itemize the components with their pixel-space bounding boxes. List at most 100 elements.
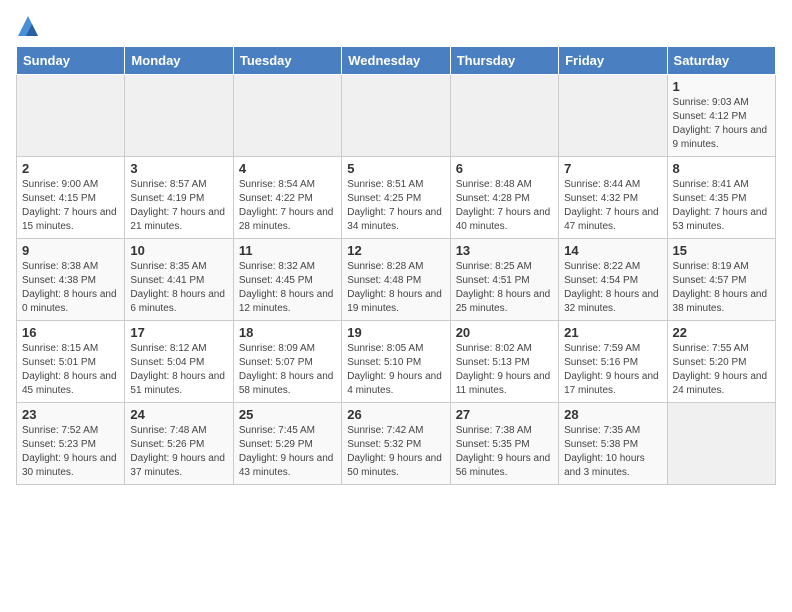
day-info: Sunrise: 8:57 AM Sunset: 4:19 PM Dayligh… <box>130 178 227 234</box>
day-info: Sunrise: 8:05 AM Sunset: 5:10 PM Dayligh… <box>347 342 444 398</box>
weekday-header-friday: Friday <box>559 47 667 75</box>
calendar-cell: 18Sunrise: 8:09 AM Sunset: 5:07 PM Dayli… <box>233 321 341 403</box>
day-number: 5 <box>347 161 444 176</box>
weekday-header-row: SundayMondayTuesdayWednesdayThursdayFrid… <box>17 47 776 75</box>
calendar-cell: 8 Sunrise: 8:41 AM Sunset: 4:35 PM Daylig… <box>667 157 775 239</box>
day-info: Sunrise: 8:32 AM Sunset: 4:45 PM Dayligh… <box>239 260 336 316</box>
calendar-cell: 22 Sunrise: 7:55 AM Sunset: 5:20 PM Dayli… <box>667 321 775 403</box>
calendar-cell: 3 Sunrise: 8:57 AM Sunset: 4:19 PM Daylig… <box>125 157 233 239</box>
calendar-cell <box>559 75 667 157</box>
calendar-cell: 24 Sunrise: 7:48 AM Sunset: 5:26 PM Dayli… <box>125 403 233 485</box>
day-number: 6 <box>456 161 553 176</box>
calendar-week-row: 2 Sunrise: 9:00 AM Sunset: 4:15 PM Daylig… <box>17 157 776 239</box>
day-number: 28 <box>564 407 661 422</box>
day-info: Sunrise: 8:35 AM Sunset: 4:41 PM Dayligh… <box>130 260 227 316</box>
day-number: 7 <box>564 161 661 176</box>
day-info: Sunrise: 7:42 AM Sunset: 5:32 PM Dayligh… <box>347 424 444 480</box>
calendar-cell: 28 Sunrise: 7:35 AM Sunset: 5:38 PM Dayli… <box>559 403 667 485</box>
day-info: Sunrise: 7:59 AM Sunset: 5:16 PM Dayligh… <box>564 342 661 398</box>
calendar-cell <box>125 75 233 157</box>
calendar-cell: 20Sunrise: 8:02 AM Sunset: 5:13 PM Dayli… <box>450 321 558 403</box>
calendar-cell: 12 Sunrise: 8:28 AM Sunset: 4:48 PM Dayli… <box>342 239 450 321</box>
day-info: Sunrise: 8:54 AM Sunset: 4:22 PM Dayligh… <box>239 178 336 234</box>
calendar-table: SundayMondayTuesdayWednesdayThursdayFrid… <box>16 46 776 485</box>
calendar-cell: 10 Sunrise: 8:35 AM Sunset: 4:41 PM Dayli… <box>125 239 233 321</box>
calendar-cell: 17Sunrise: 8:12 AM Sunset: 5:04 PM Dayli… <box>125 321 233 403</box>
day-info: Sunrise: 7:52 AM Sunset: 5:23 PM Dayligh… <box>22 424 119 480</box>
calendar-cell <box>450 75 558 157</box>
day-number: 27 <box>456 407 553 422</box>
calendar-cell <box>667 403 775 485</box>
weekday-header-sunday: Sunday <box>17 47 125 75</box>
day-number: 18 <box>239 325 336 340</box>
day-info: Sunrise: 7:45 AM Sunset: 5:29 PM Dayligh… <box>239 424 336 480</box>
day-info: Sunrise: 9:03 AM Sunset: 4:12 PM Dayligh… <box>673 96 770 152</box>
calendar-week-row: 16 Sunrise: 8:15 AM Sunset: 5:01 PM Dayli… <box>17 321 776 403</box>
day-number: 8 <box>673 161 770 176</box>
day-number: 12 <box>347 243 444 258</box>
day-number: 15 <box>673 243 770 258</box>
day-number: 2 <box>22 161 119 176</box>
day-info: Sunrise: 8:25 AM Sunset: 4:51 PM Dayligh… <box>456 260 553 316</box>
calendar-cell <box>233 75 341 157</box>
calendar-cell: 15Sunrise: 8:19 AM Sunset: 4:57 PM Dayli… <box>667 239 775 321</box>
calendar-week-row: 9 Sunrise: 8:38 AM Sunset: 4:38 PM Daylig… <box>17 239 776 321</box>
day-info: Sunrise: 8:48 AM Sunset: 4:28 PM Dayligh… <box>456 178 553 234</box>
weekday-header-wednesday: Wednesday <box>342 47 450 75</box>
day-info: Sunrise: 8:22 AM Sunset: 4:54 PM Dayligh… <box>564 260 661 316</box>
day-number: 3 <box>130 161 227 176</box>
day-number: 25 <box>239 407 336 422</box>
weekday-header-tuesday: Tuesday <box>233 47 341 75</box>
day-number: 21 <box>564 325 661 340</box>
calendar-cell: 14 Sunrise: 8:22 AM Sunset: 4:54 PM Dayli… <box>559 239 667 321</box>
day-info: Sunrise: 8:28 AM Sunset: 4:48 PM Dayligh… <box>347 260 444 316</box>
calendar-cell: 23 Sunrise: 7:52 AM Sunset: 5:23 PM Dayli… <box>17 403 125 485</box>
day-info: Sunrise: 8:15 AM Sunset: 5:01 PM Dayligh… <box>22 342 119 398</box>
day-info: Sunrise: 7:38 AM Sunset: 5:35 PM Dayligh… <box>456 424 553 480</box>
day-number: 10 <box>130 243 227 258</box>
day-number: 9 <box>22 243 119 258</box>
day-number: 1 <box>673 79 770 94</box>
day-info: Sunrise: 8:12 AM Sunset: 5:04 PM Dayligh… <box>130 342 227 398</box>
day-number: 24 <box>130 407 227 422</box>
day-info: Sunrise: 9:00 AM Sunset: 4:15 PM Dayligh… <box>22 178 119 234</box>
day-number: 26 <box>347 407 444 422</box>
calendar-cell: 16 Sunrise: 8:15 AM Sunset: 5:01 PM Dayli… <box>17 321 125 403</box>
day-info: Sunrise: 8:02 AM Sunset: 5:13 PM Dayligh… <box>456 342 553 398</box>
day-number: 14 <box>564 243 661 258</box>
calendar-cell <box>17 75 125 157</box>
day-info: Sunrise: 8:38 AM Sunset: 4:38 PM Dayligh… <box>22 260 119 316</box>
day-info: Sunrise: 7:55 AM Sunset: 5:20 PM Dayligh… <box>673 342 770 398</box>
calendar-cell: 13Sunrise: 8:25 AM Sunset: 4:51 PM Dayli… <box>450 239 558 321</box>
calendar-cell <box>342 75 450 157</box>
calendar-cell: 26 Sunrise: 7:42 AM Sunset: 5:32 PM Dayli… <box>342 403 450 485</box>
day-number: 11 <box>239 243 336 258</box>
calendar-cell: 5 Sunrise: 8:51 AM Sunset: 4:25 PM Daylig… <box>342 157 450 239</box>
calendar-cell: 1 Sunrise: 9:03 AM Sunset: 4:12 PM Daylig… <box>667 75 775 157</box>
weekday-header-thursday: Thursday <box>450 47 558 75</box>
calendar-cell: 21 Sunrise: 7:59 AM Sunset: 5:16 PM Dayli… <box>559 321 667 403</box>
calendar-cell: 2 Sunrise: 9:00 AM Sunset: 4:15 PM Daylig… <box>17 157 125 239</box>
day-number: 22 <box>673 325 770 340</box>
day-number: 16 <box>22 325 119 340</box>
day-info: Sunrise: 7:35 AM Sunset: 5:38 PM Dayligh… <box>564 424 661 480</box>
calendar-cell: 27 Sunrise: 7:38 AM Sunset: 5:35 PM Dayli… <box>450 403 558 485</box>
weekday-header-monday: Monday <box>125 47 233 75</box>
calendar-cell: 6 Sunrise: 8:48 AM Sunset: 4:28 PM Daylig… <box>450 157 558 239</box>
calendar-cell: 19 Sunrise: 8:05 AM Sunset: 5:10 PM Dayli… <box>342 321 450 403</box>
day-number: 4 <box>239 161 336 176</box>
day-info: Sunrise: 8:41 AM Sunset: 4:35 PM Dayligh… <box>673 178 770 234</box>
day-info: Sunrise: 8:51 AM Sunset: 4:25 PM Dayligh… <box>347 178 444 234</box>
logo <box>16 16 38 38</box>
calendar-cell: 25 Sunrise: 7:45 AM Sunset: 5:29 PM Dayli… <box>233 403 341 485</box>
day-number: 19 <box>347 325 444 340</box>
header <box>16 16 776 38</box>
calendar-week-row: 1 Sunrise: 9:03 AM Sunset: 4:12 PM Daylig… <box>17 75 776 157</box>
day-info: Sunrise: 7:48 AM Sunset: 5:26 PM Dayligh… <box>130 424 227 480</box>
calendar-cell: 11 Sunrise: 8:32 AM Sunset: 4:45 PM Dayli… <box>233 239 341 321</box>
calendar-cell: 7Sunrise: 8:44 AM Sunset: 4:32 PM Daylig… <box>559 157 667 239</box>
day-number: 23 <box>22 407 119 422</box>
logo-icon <box>18 16 38 36</box>
weekday-header-saturday: Saturday <box>667 47 775 75</box>
calendar-cell: 9 Sunrise: 8:38 AM Sunset: 4:38 PM Daylig… <box>17 239 125 321</box>
